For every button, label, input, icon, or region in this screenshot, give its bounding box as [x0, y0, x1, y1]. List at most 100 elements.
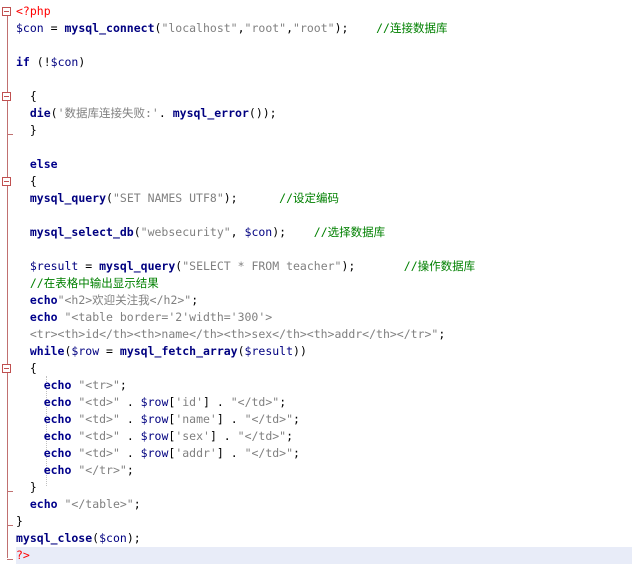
- code-line[interactable]: }: [16, 122, 632, 139]
- code-token: {: [16, 89, 37, 103]
- code-token: (: [50, 106, 58, 120]
- code-token: mysql_select_db: [29, 225, 134, 239]
- code-token: ): [78, 55, 86, 69]
- code-token: $con: [16, 21, 44, 35]
- code-line[interactable]: $result = mysql_query("SELECT * FROM tea…: [16, 258, 632, 275]
- code-token: =: [43, 21, 65, 35]
- code-token: "<tr>": [78, 378, 120, 392]
- code-token: ,: [237, 21, 245, 35]
- code-token: ;: [293, 446, 300, 460]
- code-token: ;: [119, 378, 127, 392]
- code-token: //连接数据库: [376, 21, 448, 35]
- code-token: ;: [133, 497, 141, 511]
- code-line[interactable]: <tr><th>id</th><th>name</th><th>sex</th>…: [16, 326, 632, 343]
- code-token: $row: [140, 395, 169, 409]
- fold-toggle-icon[interactable]: [2, 364, 11, 373]
- code-token: "<td>": [78, 446, 120, 460]
- code-line[interactable]: [16, 37, 632, 54]
- code-token: (!: [29, 55, 51, 69]
- code-token: ;: [293, 412, 300, 426]
- code-token: mysql_error: [172, 106, 249, 120]
- code-token: $row: [140, 446, 169, 460]
- code-line[interactable]: }: [16, 513, 632, 530]
- code-token: //在表格中输出显示结果: [29, 276, 159, 290]
- code-line[interactable]: [16, 241, 632, 258]
- code-line[interactable]: echo "<table border='2'width='300'>: [16, 309, 632, 326]
- code-token: )): [293, 344, 307, 358]
- code-token: ;: [191, 293, 199, 307]
- code-line[interactable]: {: [16, 88, 632, 105]
- code-token: mysql_query: [29, 191, 107, 205]
- code-line[interactable]: echo"<h2>欢迎关注我</h2>";: [16, 292, 632, 309]
- code-token: echo: [43, 429, 72, 443]
- code-line[interactable]: while($row = mysql_fetch_array($result)): [16, 343, 632, 360]
- code-line[interactable]: [16, 207, 632, 224]
- code-token: 'id': [175, 395, 204, 409]
- code-token: ,: [286, 21, 294, 35]
- code-token: "</td>": [237, 429, 287, 443]
- code-token: ;: [286, 429, 294, 443]
- code-line[interactable]: $con = mysql_connect("localhost","root",…: [16, 20, 632, 37]
- fold-toggle-icon[interactable]: [2, 177, 11, 186]
- code-line[interactable]: }: [16, 479, 632, 496]
- code-line[interactable]: echo "<td>" . $row['id'] . "</td>";: [16, 394, 632, 411]
- code-line[interactable]: if (!$con): [16, 54, 632, 71]
- code-line[interactable]: mysql_select_db("websecurity", $con); //…: [16, 224, 632, 241]
- code-line[interactable]: [16, 71, 632, 88]
- code-line[interactable]: echo "<td>" . $row['sex'] . "</td>";: [16, 428, 632, 445]
- code-token: echo: [29, 310, 58, 324]
- code-token: mysql_fetch_array: [119, 344, 238, 358]
- code-line[interactable]: [16, 139, 632, 156]
- code-token: ());: [248, 106, 277, 120]
- code-token: //选择数据库: [313, 225, 386, 239]
- fold-toggle-icon[interactable]: [2, 7, 11, 16]
- code-token: (: [106, 191, 113, 205]
- code-token: $row: [140, 429, 169, 443]
- code-line[interactable]: echo "<tr>";: [16, 377, 632, 394]
- code-token: "<table border='2'width='300'>: [64, 310, 273, 324]
- code-line[interactable]: ?>: [16, 547, 632, 564]
- code-line[interactable]: //在表格中输出显示结果: [16, 275, 632, 292]
- code-token: mysql_close: [16, 531, 93, 545]
- code-token: <tr><th>id</th><th>name</th><th>sex</th>…: [16, 327, 439, 341]
- code-token: 'addr': [175, 446, 217, 460]
- code-line[interactable]: {: [16, 173, 632, 190]
- code-line[interactable]: echo "</tr>";: [16, 462, 632, 479]
- code-token: $con: [244, 225, 273, 239]
- code-line[interactable]: echo "<td>" . $row['name'] . "</td>";: [16, 411, 632, 428]
- code-token: {: [16, 361, 37, 375]
- fold-toggle-icon[interactable]: [2, 92, 11, 101]
- code-token: ?>: [16, 548, 30, 562]
- code-line[interactable]: mysql_query("SET NAMES UTF8"); //设定编码: [16, 190, 632, 207]
- fold-end-marker: [7, 525, 13, 526]
- code-token: =: [78, 259, 100, 273]
- code-line[interactable]: else: [16, 156, 632, 173]
- code-line[interactable]: {: [16, 360, 632, 377]
- code-line[interactable]: die('数据库连接失败:'. mysql_error());: [16, 105, 632, 122]
- code-token: {: [16, 174, 37, 188]
- code-token: }: [16, 480, 37, 494]
- code-line[interactable]: <?php: [16, 3, 632, 20]
- code-line[interactable]: mysql_close($con);: [16, 530, 632, 547]
- code-token: "localhost": [161, 21, 238, 35]
- code-editor[interactable]: <?php $con = mysql_connect("localhost","r…: [0, 0, 632, 574]
- code-token: ;: [279, 395, 287, 409]
- code-token: $result: [29, 259, 79, 273]
- code-token: "SELECT * FROM teacher": [182, 259, 342, 273]
- code-line[interactable]: echo "</table>";: [16, 496, 632, 513]
- code-token: }: [16, 514, 23, 528]
- code-token: echo: [43, 378, 72, 392]
- code-line[interactable]: echo "<td>" . $row['addr'] . "</td>";: [16, 445, 632, 462]
- code-token: ] .: [216, 412, 245, 426]
